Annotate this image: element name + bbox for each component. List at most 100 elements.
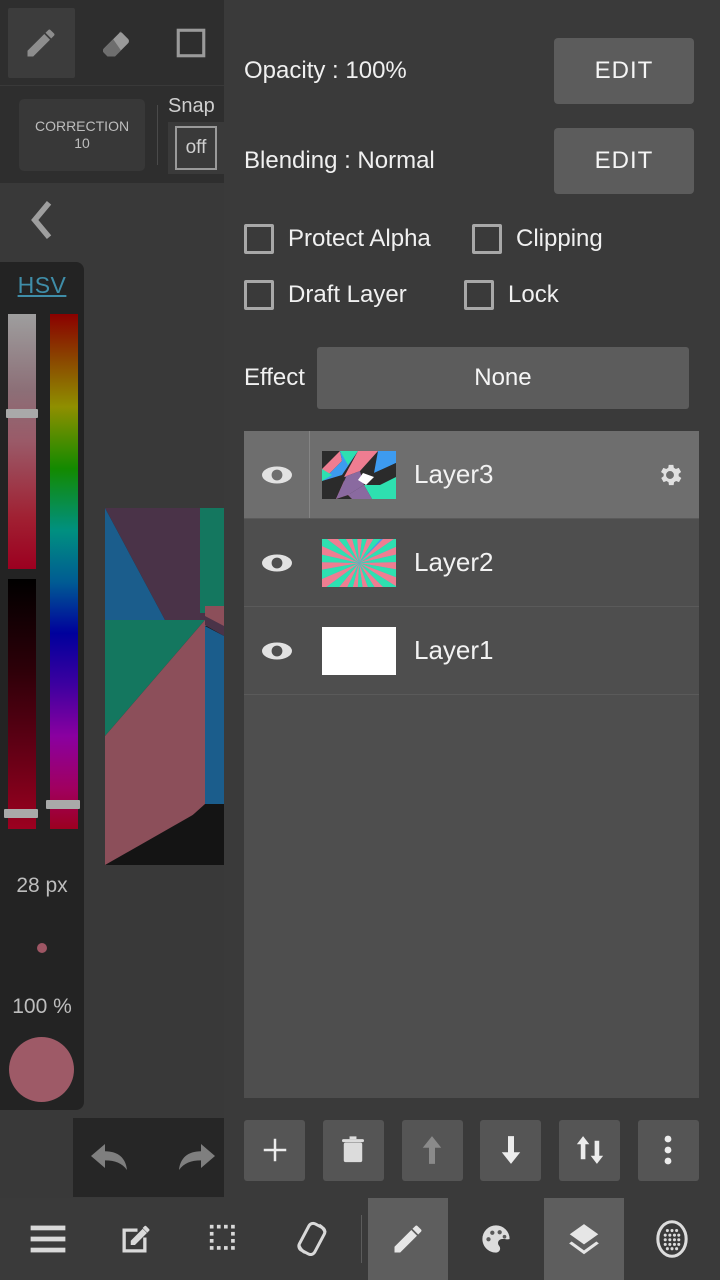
layer-name: Layer3	[414, 459, 494, 489]
square-icon	[176, 28, 205, 57]
trash-icon	[342, 1136, 365, 1163]
layer-thumbnail[interactable]	[322, 538, 396, 587]
layer-visibility-toggle[interactable]	[244, 431, 310, 518]
nav-material[interactable]	[632, 1198, 712, 1280]
rotate-screen-icon	[296, 1221, 327, 1256]
redo-icon[interactable]	[171, 1138, 219, 1178]
layer-name: Layer1	[414, 635, 494, 665]
snap-label: Snap	[168, 95, 215, 117]
hamburger-menu-icon	[30, 1225, 66, 1253]
nav-divider	[361, 1215, 363, 1263]
nav-select[interactable]	[184, 1198, 264, 1280]
hsv-mode-link[interactable]: HSV	[0, 262, 84, 299]
blending-row: Blending : Normal EDIT	[244, 128, 694, 194]
hue-slider[interactable]	[50, 314, 78, 829]
drawing-canvas[interactable]	[105, 508, 224, 865]
pencil-icon	[394, 1225, 422, 1253]
opacity-label: Opacity : 100%	[244, 57, 407, 84]
brush-opacity-value[interactable]: 100 %	[0, 995, 84, 1019]
clipping-label: Clipping	[516, 225, 603, 252]
plus-icon	[263, 1138, 286, 1162]
brightness-slider[interactable]	[8, 579, 36, 829]
brush-options-row: CORRECTION 10 Snap off	[0, 86, 224, 183]
canvas-artwork	[105, 508, 224, 865]
undo-icon[interactable]	[87, 1138, 135, 1178]
blending-label: Blending : Normal	[244, 147, 435, 174]
eye-icon	[262, 642, 292, 659]
canvas-workspace: CORRECTION 10 Snap off HSV 28 px 100 %	[0, 0, 224, 1198]
bottom-navigation-bar	[0, 1198, 720, 1280]
pencil-icon	[27, 29, 55, 56]
effect-row: Effect None	[244, 347, 689, 409]
lock-checkbox-row[interactable]: Lock	[464, 280, 559, 310]
blending-edit-button[interactable]: EDIT	[554, 128, 694, 194]
layer-thumbnail[interactable]	[322, 450, 396, 499]
layer-list[interactable]: Layer3 Layer2 Layer1	[244, 431, 699, 1098]
nav-layers[interactable]	[544, 1198, 625, 1280]
layer-settings-button[interactable]	[641, 461, 699, 489]
opacity-row: Opacity : 100% EDIT	[244, 38, 694, 104]
effect-select-button[interactable]: None	[316, 347, 689, 409]
lock-checkbox[interactable]	[464, 280, 494, 310]
reorder-layers-button[interactable]	[559, 1119, 621, 1181]
effect-label: Effect	[244, 364, 305, 391]
layers-icon	[569, 1224, 600, 1255]
snap-state-label: off	[175, 126, 217, 170]
protect-alpha-checkbox-row[interactable]: Protect Alpha	[244, 224, 431, 254]
layer-thumbnail[interactable]	[322, 626, 396, 675]
arrow-up-icon	[422, 1136, 442, 1164]
brush-size-value[interactable]: 28 px	[0, 874, 84, 898]
back-button[interactable]	[14, 193, 68, 247]
move-layer-down-button[interactable]	[480, 1119, 542, 1181]
opacity-edit-button[interactable]: EDIT	[554, 38, 694, 104]
snap-toggle[interactable]: off	[168, 122, 224, 174]
undo-redo-bar	[73, 1118, 224, 1197]
draft-layer-checkbox-row[interactable]: Draft Layer	[244, 280, 407, 310]
layer-visibility-toggle[interactable]	[244, 607, 310, 694]
gear-icon	[661, 464, 682, 485]
nav-palette[interactable]	[456, 1198, 536, 1280]
kebab-menu-icon	[665, 1135, 672, 1165]
table-row[interactable]: Layer1	[244, 607, 699, 695]
drawing-tool-strip	[0, 0, 224, 85]
brightness-slider-handle[interactable]	[4, 809, 38, 818]
marquee-select-icon	[209, 1224, 235, 1250]
color-picker-panel: HSV 28 px 100 %	[0, 262, 84, 1110]
move-layer-up-button[interactable]	[401, 1119, 463, 1181]
layer-visibility-toggle[interactable]	[244, 519, 310, 606]
eraser-icon	[103, 29, 129, 56]
protect-alpha-label: Protect Alpha	[288, 225, 431, 252]
add-layer-button[interactable]	[244, 1119, 305, 1181]
eye-icon	[261, 466, 292, 483]
protect-alpha-checkbox[interactable]	[244, 224, 274, 254]
more-options-button[interactable]	[637, 1119, 699, 1181]
table-row[interactable]: Layer3	[244, 431, 699, 519]
dotted-circle-icon	[656, 1220, 688, 1258]
current-color-swatch[interactable]	[9, 1037, 74, 1102]
nav-menu[interactable]	[8, 1198, 88, 1280]
shape-tool[interactable]	[157, 8, 224, 78]
clipping-checkbox-row[interactable]: Clipping	[472, 224, 603, 254]
nav-rotate[interactable]	[272, 1198, 352, 1280]
brush-size-preview-dot	[37, 943, 47, 953]
arrow-up-down-icon	[576, 1136, 603, 1164]
draft-layer-label: Draft Layer	[288, 281, 407, 308]
layer-settings-panel: Opacity : 100% EDIT Blending : Normal ED…	[224, 0, 720, 1198]
layer-name: Layer2	[414, 547, 494, 577]
geometric-diamond-pattern-thumbnail	[322, 450, 396, 499]
delete-layer-button[interactable]	[322, 1119, 384, 1181]
nav-edit[interactable]	[96, 1198, 176, 1280]
draft-layer-checkbox[interactable]	[244, 280, 274, 310]
saturation-slider[interactable]	[8, 314, 36, 569]
pencil-tool[interactable]	[8, 7, 75, 78]
clipping-checkbox[interactable]	[472, 224, 502, 254]
correction-setting-button[interactable]: CORRECTION 10	[19, 98, 146, 171]
radial-sunburst-pattern-thumbnail	[322, 538, 396, 587]
snap-setting[interactable]: Snap off	[168, 95, 224, 174]
table-row[interactable]: Layer2	[244, 519, 699, 607]
saturation-slider-handle[interactable]	[6, 409, 38, 418]
layer-action-toolbar	[244, 1110, 699, 1190]
eraser-tool[interactable]	[83, 8, 150, 78]
nav-brush[interactable]	[368, 1198, 449, 1280]
hue-slider-handle[interactable]	[46, 800, 80, 809]
